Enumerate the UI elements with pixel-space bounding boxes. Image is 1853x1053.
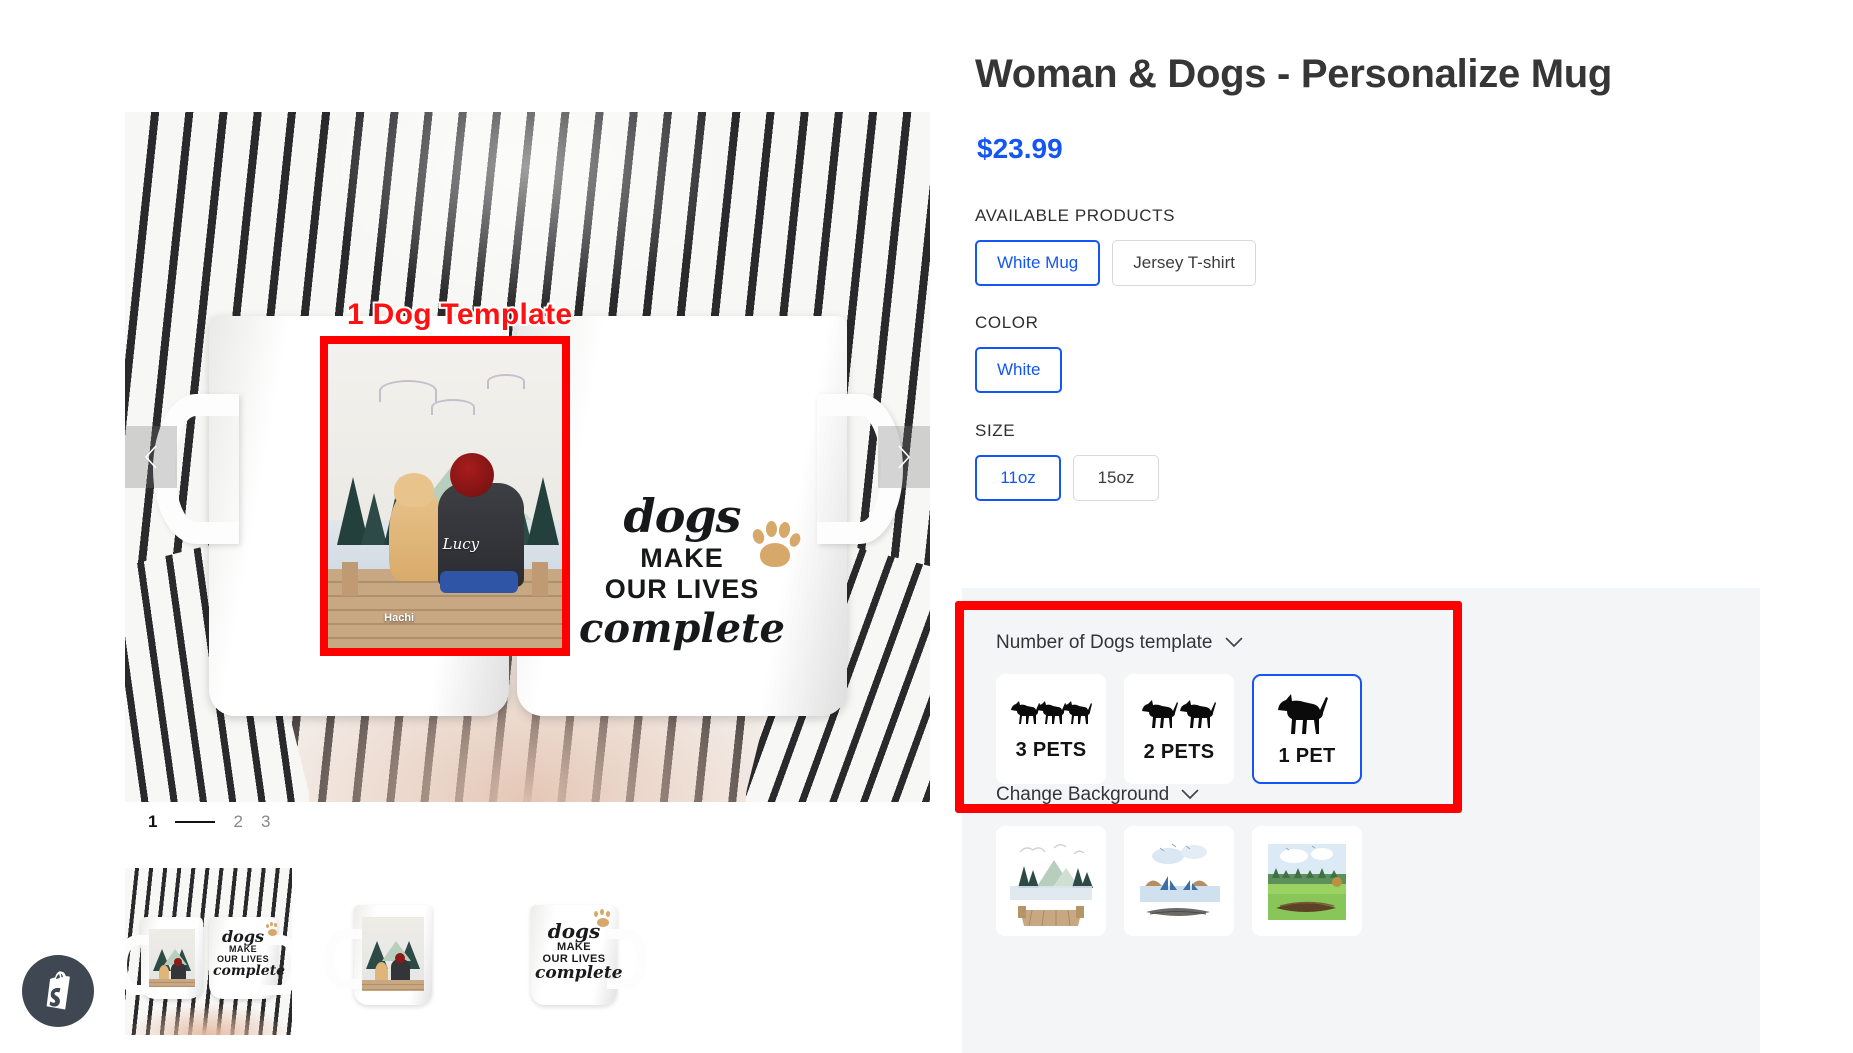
annotation-label: 1 Dog Template [345,296,574,333]
section-number-of-dogs-template: Number of Dogs template 3 PETS 2 PETS 1 … [996,632,1362,784]
option-group-size: SIZE 11oz 15oz [975,421,1159,501]
option-group-color: COLOR White [975,313,1063,393]
option-label-color: COLOR [975,313,1039,332]
thumb2-artwork [362,917,424,991]
personalized-artwork-highlight: Lucy Hachi [320,336,570,656]
thumbnail-mug-slogan[interactable]: dogs MAKE OUR LIVES complete [491,868,658,1035]
three-dogs-icon [1009,696,1093,735]
product-gallery: Lucy Hachi dogs MAKE OUR LIVES complete … [0,0,940,1053]
section-header-template[interactable]: Number of Dogs template [996,632,1362,654]
gallery-pagination: 1 2 3 [148,812,270,832]
thumb-slogan: dogs MAKE OUR LIVES complete [213,926,286,980]
gallery-next-button[interactable] [878,426,930,488]
template-label-1-pet: 1 PET [1278,745,1336,767]
template-option-2-pets[interactable]: 2 PETS [1124,674,1234,784]
page-indicator-bar [175,821,216,823]
cloud-icon [487,374,526,390]
chevron-down-icon[interactable] [1225,632,1243,654]
option-row-available-products: White Mug Jersey T-shirt [975,240,1256,286]
cloud-icon [430,398,475,415]
background-option-meadow-log[interactable] [1252,826,1362,936]
option-white-mug[interactable]: White Mug [975,240,1101,286]
pine-tree [526,476,559,545]
background-options [996,826,1362,936]
option-color-white[interactable]: White [975,347,1063,393]
background-option-lake-sailboat[interactable] [1124,826,1234,936]
background-option-mountain-dock[interactable] [996,826,1106,936]
option-label-available-products: AVAILABLE PRODUCTS [975,206,1176,225]
thumbnail-strip: dogs MAKE OUR LIVES complete dogs MAKE O… [125,868,658,1035]
hero-image[interactable]: Lucy Hachi dogs MAKE OUR LIVES complete … [125,112,930,802]
template-option-1-pet[interactable]: 1 PET [1252,674,1362,784]
slogan-line-4: complete [579,605,785,652]
page-indicator-2[interactable]: 2 [233,812,242,832]
woman-jeans [440,571,519,594]
shopify-badge[interactable] [22,955,94,1027]
template-label-2-pets: 2 PETS [1143,741,1215,763]
section-change-background: Change Background [996,784,1362,936]
template-option-3-pets[interactable]: 3 PETS [996,674,1106,784]
gallery-prev-button[interactable] [125,426,177,488]
product-info: Woman & Dogs - Personalize Mug $23.99 AV… [962,0,1853,1053]
section-title-background: Change Background [996,784,1170,805]
product-price: $23.99 [977,133,1063,164]
thumb3-slogan: dogs MAKE OUR LIVES complete [535,919,623,984]
page-title: Woman & Dogs - Personalize Mug [975,52,1612,96]
thumb-artwork [149,929,195,987]
template-label-3-pets: 3 PETS [1015,739,1087,761]
shopify-logo-icon [39,968,77,1015]
one-dog-icon [1275,690,1339,741]
personalized-artwork: Lucy Hachi [328,344,562,648]
pine-tree [360,492,387,545]
pet-name-text: Hachi [384,611,415,624]
slogan-line-3: OUR LIVES [604,574,760,604]
dock-post [342,562,359,597]
option-jersey-tshirt[interactable]: Jersey T-shirt [1112,240,1256,286]
thumbnail-hands-holding-mugs[interactable]: dogs MAKE OUR LIVES complete [125,868,292,1035]
option-group-available-products: AVAILABLE PRODUCTS White Mug Jersey T-sh… [975,206,1256,286]
section-title-template: Number of Dogs template [996,632,1213,653]
template-options: 3 PETS 2 PETS 1 PET [996,674,1362,784]
thumbnail-mug-artwork[interactable] [308,868,475,1035]
page-indicator-3[interactable]: 3 [261,812,270,832]
mug-slogan: dogs MAKE OUR LIVES complete [557,489,807,652]
personalization-panel: Number of Dogs template 3 PETS 2 PETS 1 … [962,588,1760,1053]
chevron-right-icon [896,444,912,470]
section-header-background[interactable]: Change Background [996,784,1362,806]
option-size-11oz[interactable]: 11oz [975,455,1061,501]
cloud-icon [379,380,438,403]
option-row-color: White [975,347,1063,393]
page-indicator-1[interactable]: 1 [148,812,157,832]
chevron-down-icon[interactable] [1181,784,1199,806]
dock-post [531,562,548,597]
chevron-left-icon [143,444,159,470]
product-page: Lucy Hachi dogs MAKE OUR LIVES complete … [0,0,1853,1053]
paw-print-icon [749,517,803,569]
two-dogs-icon [1140,694,1218,737]
option-row-size: 11oz 15oz [975,455,1159,501]
dog-head [393,473,434,508]
option-label-size: SIZE [975,421,1016,440]
jacket-name-text: Lucy [442,535,480,554]
woman-hair-bun [449,453,494,498]
option-size-15oz[interactable]: 15oz [1073,455,1159,501]
